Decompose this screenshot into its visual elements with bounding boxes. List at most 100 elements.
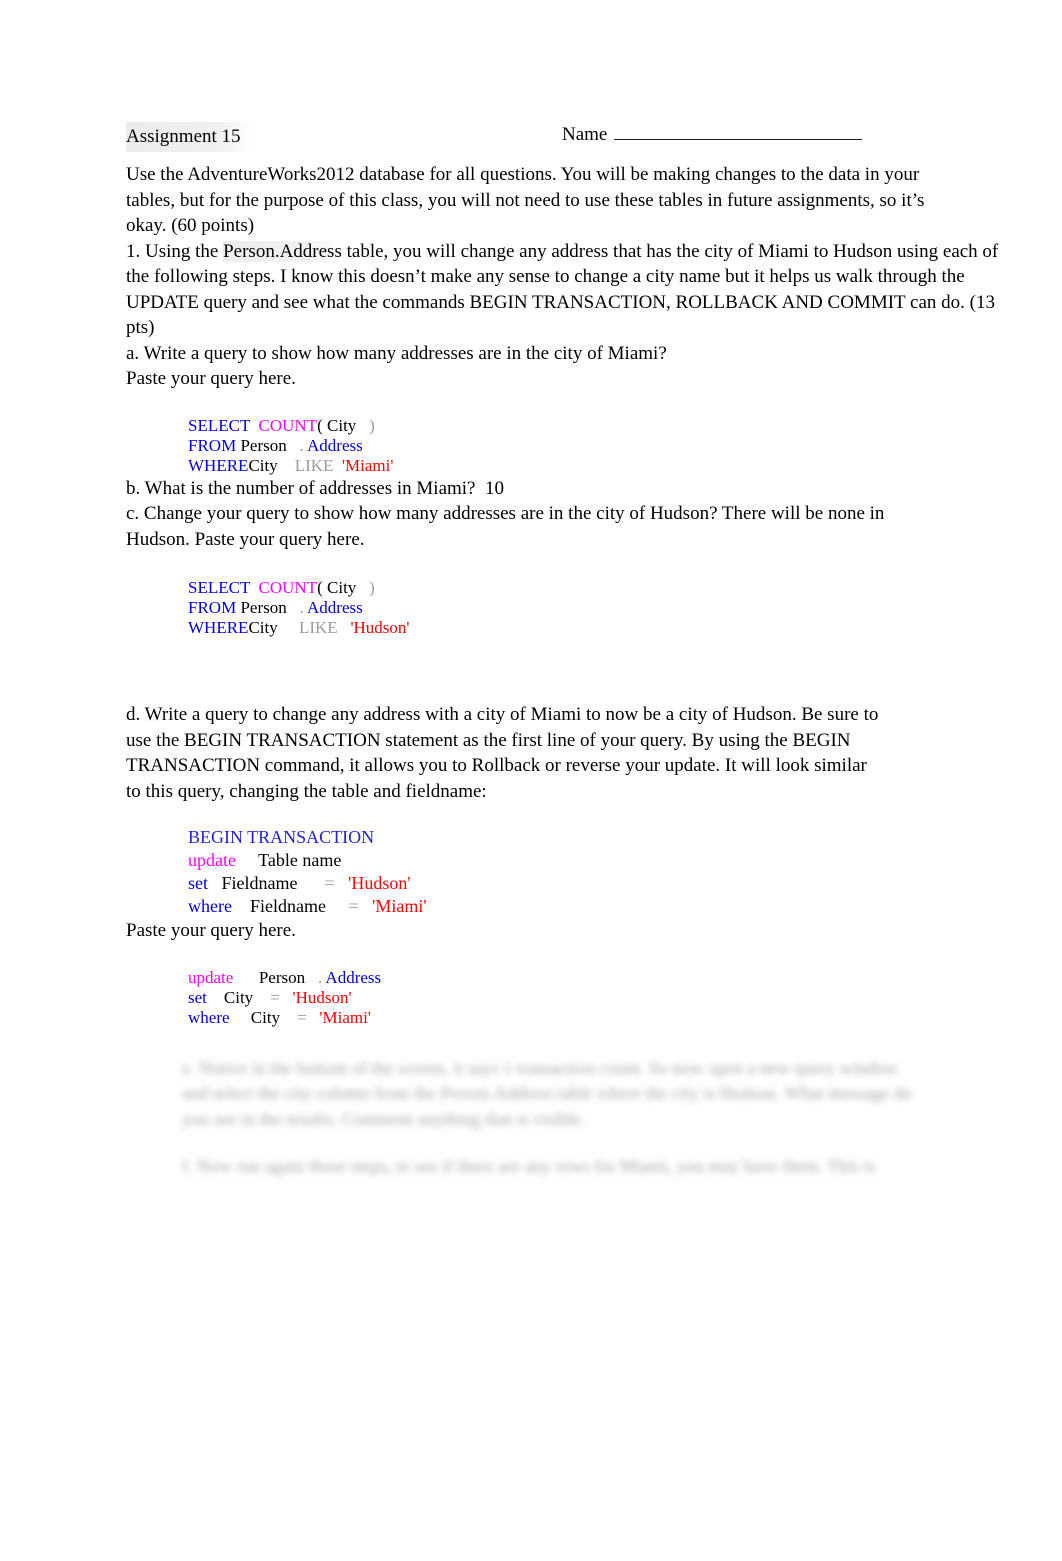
sql-token-kw: where [188,1007,230,1027]
document-page: Assignment 15 Name Use the AdventureWork… [0,0,1062,1561]
sql-token-gray: . [286,598,304,617]
sql-token-plain: City [327,415,357,435]
sql-token-fn: COUNT [258,415,318,435]
sql-token-gray: ) [356,578,375,597]
item-a-paste-instruction: Paste your query here. [126,368,296,389]
name-field-group: Name [562,122,863,147]
document-content: Assignment 15 Name Use the AdventureWork… [126,122,1006,1198]
sql-token-kw: FROM [188,435,237,455]
sql-token-plain [359,896,373,916]
sql-token-str: 'Hudson' [292,987,352,1007]
item-b-answer-spacer [476,478,486,499]
sql-line: set City = 'Hudson' [188,988,1006,1008]
sql-line: WHERECity LIKE 'Miami' [188,456,1006,476]
sql-token-plain: Person [236,435,287,455]
page-title: Assignment 15 [126,122,255,152]
sql-line: where Fieldname = 'Miami' [188,895,1006,918]
sql-line: update Person . Address [188,968,1006,988]
sql-token-plain [253,988,270,1007]
name-label: Name [562,124,608,145]
sql-token-obj: Address [307,435,363,455]
sql-token-str: 'Miami' [372,896,427,916]
sql-token-plain: Person [236,598,287,617]
item-b-answer: 10 [485,477,504,499]
sql-line: BEGIN TRANSACTION [188,826,1006,849]
sql-block-query-a: SELECT COUNT( City ) FROM Person . Addres… [188,416,1006,476]
sql-block-template: BEGIN TRANSACTION update Table name set Fi… [188,826,1006,918]
sql-token-plain [250,578,259,597]
item-b-prompt: b. What is the number of addresses in Mi… [126,476,886,502]
sql-token-plain [335,873,349,893]
intro-paragraph: Use the AdventureWorks2012 database for … [126,164,925,236]
sql-token-kw: WHERE [188,618,249,637]
sql-token-fn: update [188,850,236,870]
sql-token-gray: LIKE [294,455,334,475]
sql-line: SELECT COUNT( City ) [188,578,1006,598]
item-c-prompt: c. Change your query to show how many ad… [126,503,885,550]
sql-token-fn: COUNT [258,578,318,597]
sql-token-plain: City [248,455,278,475]
sql-block-query-c: SELECT COUNT( City ) FROM Person . Addres… [188,578,1006,638]
sql-token-gray: . [305,967,323,987]
sql-token-str: 'Hudson' [350,618,410,637]
document-header: Assignment 15 Name [126,122,1006,152]
sql-token-plain: Fieldname [231,896,326,916]
name-blank-line[interactable] [614,124,863,140]
sql-token-plain: Table name [235,850,342,870]
sql-token-plain: ( [317,415,328,435]
item-d-paste-instruction: Paste your query here. [126,920,296,941]
sql-block-query-d: update Person . Address set City = 'Hudso… [188,968,1006,1028]
sql-token-plain [278,456,295,475]
sql-token-plain [250,416,259,435]
sql-token-gray: = [348,896,359,916]
sql-token-obj: Address [307,598,363,617]
sql-token-gray: . [286,435,304,455]
sql-token-str: 'Miami' [341,455,394,475]
sql-token-kw: SELECT [188,578,251,597]
item-d-prompt: d. Write a query to change any address w… [126,704,879,802]
item-b-question: b. What is the number of addresses in Mi… [126,477,476,499]
sql-token-gray: LIKE [298,618,338,637]
sql-line: update Table name [188,849,1006,872]
sql-token-kw: set [188,873,208,893]
question-1-lead: 1. Using the [126,240,224,262]
question-1-paragraph: 1. Using the Person.Address table, you w… [126,239,1006,341]
sql-token-plain: City [248,618,278,637]
person-address-highlight: Person.Address [223,240,342,262]
sql-token-plain [278,618,299,637]
sql-token-gray: ) [356,415,375,435]
redacted-paragraph-e: e. Notice in the bottom of the screen, i… [182,1057,912,1129]
sql-line: SELECT COUNT( City ) [188,416,1006,436]
item-a-prompt: a. Write a query to show how many addres… [126,342,667,364]
sql-token-plain [307,1008,320,1027]
sql-token-gray: = [270,987,280,1007]
sql-token-plain [280,988,293,1007]
sql-token-plain [297,873,324,893]
sql-token-plain: ( [317,578,328,597]
sql-token-plain: Fieldname [208,873,298,893]
sql-token-fn: update [188,967,234,987]
sql-token-kw: WHERE [188,455,249,475]
sql-token-btx: BEGIN TRANSACTION [188,827,375,847]
sql-token-plain: City [229,1007,281,1027]
sql-token-gray: = [324,873,335,893]
sql-token-kw: set [188,987,207,1007]
sql-line: set Fieldname = 'Hudson' [188,872,1006,895]
sql-line: FROM Person . Address [188,598,1006,618]
sql-token-plain [280,1008,297,1027]
sql-token-plain: City [327,578,357,597]
sql-token-kw: where [188,896,232,916]
sql-token-str: 'Hudson' [348,873,411,893]
sql-token-plain [326,896,349,916]
sql-token-plain [338,618,351,637]
redacted-paragraph-f: f. Now run again those steps, to see if … [182,1156,876,1176]
sql-line: where City = 'Miami' [188,1008,1006,1028]
sql-token-gray: = [297,1007,307,1027]
sql-token-plain: City [206,987,254,1007]
sql-line: FROM Person . Address [188,436,1006,456]
sql-token-kw: FROM [188,598,237,617]
sql-token-plain: Person [233,967,306,987]
sql-token-plain [333,456,342,475]
sql-line: WHERECity LIKE 'Hudson' [188,618,1006,638]
sql-token-kw: SELECT [188,415,251,435]
